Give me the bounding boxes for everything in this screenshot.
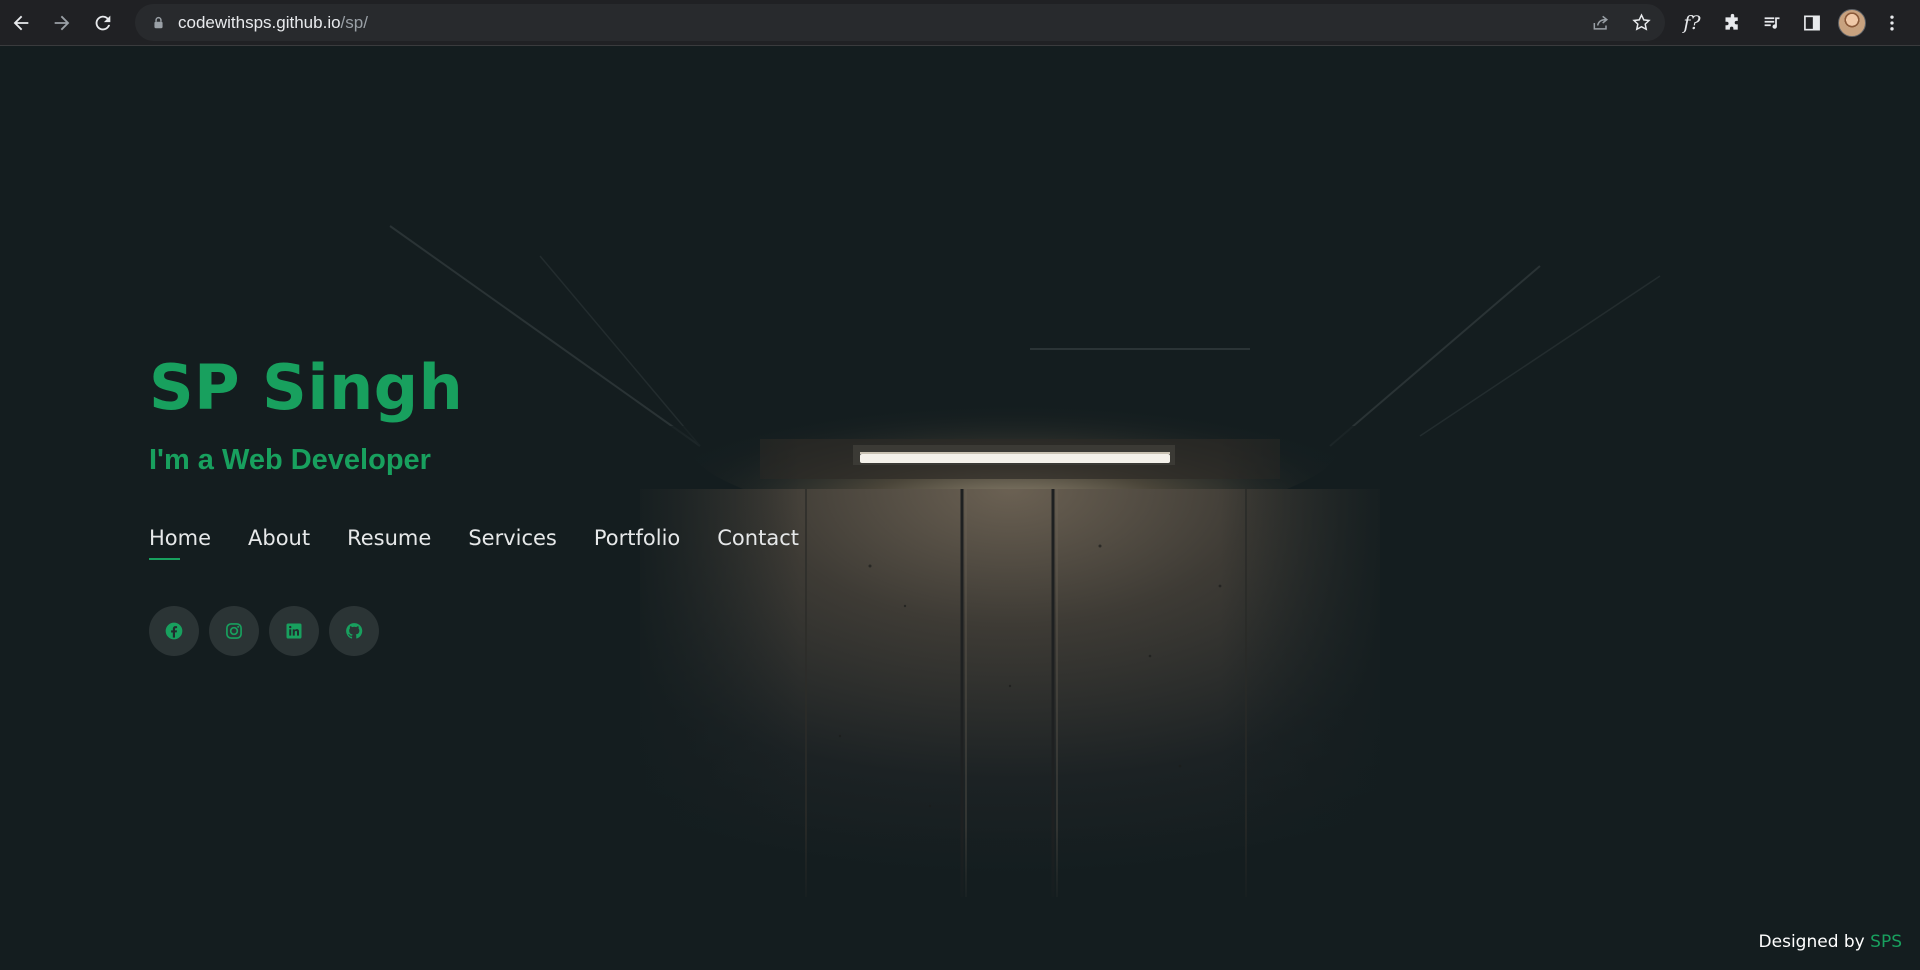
side-panel-icon[interactable] xyxy=(1792,3,1832,43)
social-links xyxy=(149,606,379,656)
extensions-icon[interactable] xyxy=(1712,3,1752,43)
instagram-link[interactable] xyxy=(209,606,259,656)
nav-contact[interactable]: Contact xyxy=(717,526,799,560)
url-host: codewithsps.github.io xyxy=(178,12,341,32)
instagram-icon xyxy=(226,623,242,639)
back-button[interactable] xyxy=(1,3,41,43)
footer-brand[interactable]: SPS xyxy=(1870,932,1902,952)
back-icon xyxy=(13,15,29,30)
lock-icon[interactable] xyxy=(152,16,166,30)
facebook-icon xyxy=(165,622,183,640)
hero-name: SP Singh xyxy=(149,351,464,424)
address-bar[interactable]: codewithsps.github.io/sp/ xyxy=(135,4,1665,41)
web-page: SP Singh I'm a Web Developer Home About … xyxy=(0,46,1920,970)
footer-prefix: Designed by xyxy=(1758,932,1865,952)
nav-home[interactable]: Home xyxy=(149,526,211,560)
url-path: /sp/ xyxy=(340,12,368,32)
hero-background-image xyxy=(0,46,1920,970)
menu-icon[interactable] xyxy=(1872,3,1912,43)
media-control-icon[interactable] xyxy=(1752,3,1792,43)
forward-icon xyxy=(54,15,70,30)
footer-credit: Designed by SPS xyxy=(1759,932,1902,952)
nav-services[interactable]: Services xyxy=(468,526,557,560)
font-finder-label: f? xyxy=(1683,12,1701,34)
share-icon[interactable] xyxy=(1585,7,1617,39)
browser-toolbar: codewithsps.github.io/sp/ f? xyxy=(0,0,1920,46)
star-icon[interactable] xyxy=(1625,7,1657,39)
nav-portfolio[interactable]: Portfolio xyxy=(594,526,680,560)
main-nav: Home About Resume Services Portfolio Con… xyxy=(149,526,799,560)
reload-button[interactable] xyxy=(83,3,123,43)
reload-icon xyxy=(95,15,111,30)
linkedin-icon xyxy=(286,623,302,639)
url-text[interactable]: codewithsps.github.io/sp/ xyxy=(178,13,368,33)
font-finder-icon[interactable]: f? xyxy=(1672,3,1712,43)
linkedin-link[interactable] xyxy=(269,606,319,656)
nav-resume[interactable]: Resume xyxy=(347,526,431,560)
nav-about[interactable]: About xyxy=(248,526,310,560)
forward-button[interactable] xyxy=(42,3,82,43)
hero-tagline: I'm a Web Developer xyxy=(149,444,431,476)
github-icon xyxy=(346,623,363,639)
profile-avatar[interactable] xyxy=(1832,3,1872,43)
github-link[interactable] xyxy=(329,606,379,656)
facebook-link[interactable] xyxy=(149,606,199,656)
